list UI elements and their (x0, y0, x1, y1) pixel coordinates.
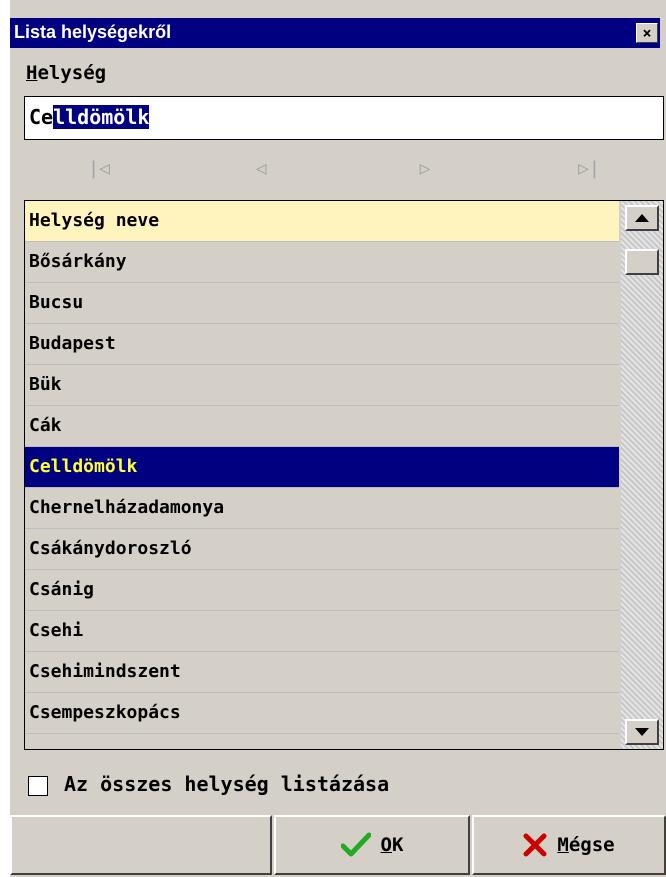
window-title: Lista helységekről (14, 22, 172, 42)
ok-button[interactable]: OK (274, 815, 470, 875)
list-rows: Helység neve Bősárkány Bucsu Budapest Bü… (25, 201, 619, 749)
checkmark-icon (340, 832, 371, 857)
last-record-button[interactable]: ▷| (574, 156, 604, 182)
list-item[interactable]: Cák (25, 406, 619, 447)
ok-label-rest: K (392, 834, 404, 856)
list-item[interactable]: Csákánydoroszló (25, 529, 619, 570)
first-record-button[interactable]: |◁ (84, 156, 114, 182)
first-record-icon: |◁ (88, 158, 110, 179)
cancel-button[interactable]: Mégse (472, 815, 666, 875)
list-item[interactable]: Csehi (25, 611, 619, 652)
arrow-up-icon (635, 214, 649, 222)
next-record-button[interactable]: ▷ (410, 156, 440, 182)
next-record-icon: ▷ (419, 158, 431, 179)
title-bar: Lista helységekről × (10, 18, 660, 48)
arrow-down-icon (635, 728, 649, 736)
list-all-checkbox[interactable] (28, 776, 48, 796)
left-margin (0, 0, 10, 877)
button-bar: OK Mégse (10, 815, 666, 877)
last-record-icon: ▷| (578, 158, 600, 179)
search-input-value: Celldömölk (29, 105, 150, 129)
list-header[interactable]: Helység neve (25, 201, 619, 242)
record-navigator: |◁ ◁ ▷ ▷| (24, 150, 664, 186)
list-item[interactable]: Chernelházadamonya (25, 488, 619, 529)
ok-accesskey: O (380, 834, 392, 856)
field-label: Helység (26, 62, 106, 84)
search-value-selected: lldömölk (53, 105, 150, 129)
places-list[interactable]: Helység neve Bősárkány Bucsu Budapest Bü… (24, 200, 664, 750)
close-icon: × (642, 24, 652, 42)
status-panel (10, 815, 272, 875)
vertical-scrollbar[interactable] (621, 201, 663, 749)
search-input[interactable]: Celldömölk (24, 96, 664, 140)
list-all-label[interactable]: Az összes helység listázása (64, 772, 389, 796)
list-item[interactable]: Budapest (25, 324, 619, 365)
field-label-accesskey: H (26, 62, 38, 84)
list-item-selected[interactable]: Celldömölk (25, 447, 619, 488)
close-button[interactable]: × (636, 23, 658, 43)
prev-record-icon: ◁ (255, 158, 267, 179)
cancel-accesskey: M (557, 834, 569, 856)
cancel-label-rest: égse (568, 834, 615, 856)
x-icon (523, 833, 547, 857)
list-item[interactable]: Bük (25, 365, 619, 406)
dialog-window: Lista helységekről × Helység Celldömölk … (0, 0, 666, 877)
search-value-plain: Ce (29, 105, 54, 129)
field-label-rest: elység (37, 62, 107, 84)
cancel-label: Mégse (557, 834, 614, 856)
ok-label: OK (381, 834, 404, 856)
list-item[interactable]: Csehimindszent (25, 652, 619, 693)
prev-record-button[interactable]: ◁ (246, 156, 276, 182)
list-item[interactable]: Bucsu (25, 283, 619, 324)
list-item[interactable]: Csempeszkopács (25, 693, 619, 734)
list-item[interactable]: Csánig (25, 570, 619, 611)
scrollbar-thumb[interactable] (625, 249, 659, 275)
scroll-down-button[interactable] (625, 719, 659, 745)
scroll-up-button[interactable] (625, 205, 659, 231)
list-item[interactable]: Bősárkány (25, 242, 619, 283)
